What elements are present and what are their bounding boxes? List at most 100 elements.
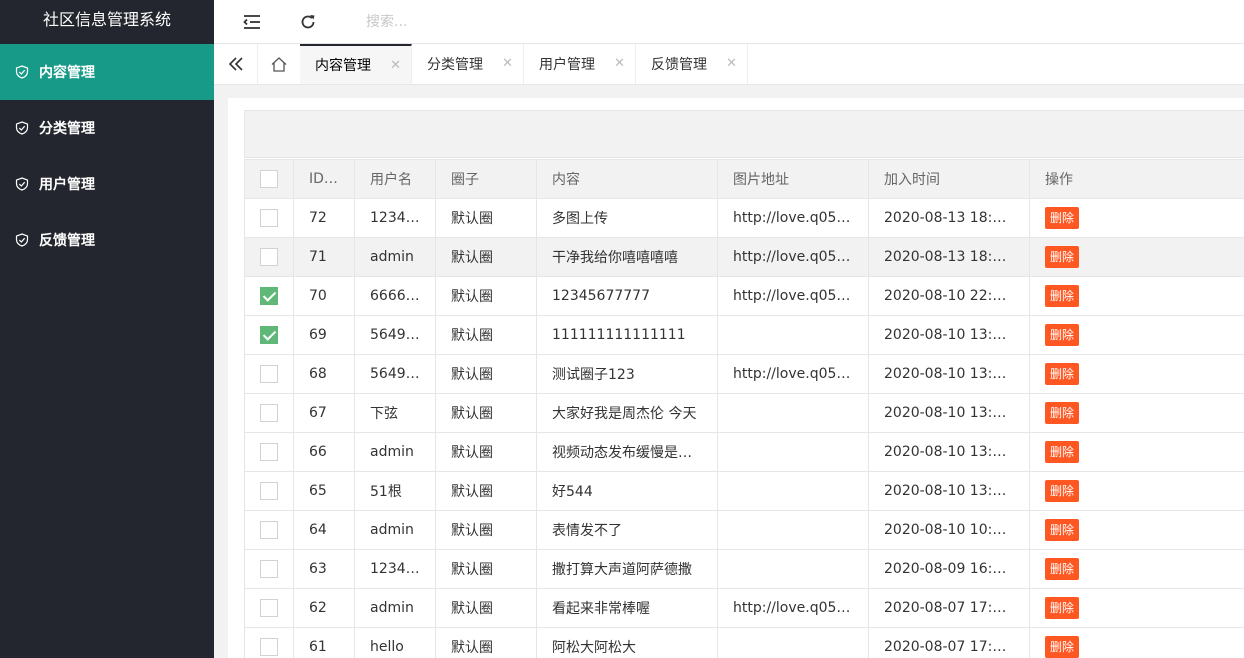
column-header-circle: 圈子 [435,159,537,199]
column-header-username: 用户名 [354,159,436,199]
cell-time: 2020-08-10 13:45:30 [868,354,1030,394]
cell-image-url: http://love.q05.cc/uploads/img.jpg [717,354,869,394]
table-row[interactable]: 63 123456 默认圈 撒打算大声道阿萨德撒 2020-08-09 16:57:40… [244,549,1244,589]
table-row[interactable]: 70 666666 默认圈 12345677777 http://love.q05.cc… [244,276,1244,316]
table-row[interactable]: 65 51根 默认圈 好544 2020-08-10 13:16:02 删除 [244,471,1244,511]
close-icon[interactable]: ✕ [390,58,401,73]
cell-content: 12345677777 [536,276,718,316]
delete-button[interactable]: 删除 [1045,480,1080,502]
table-toolbar [244,110,1244,158]
row-select-cell [244,237,294,277]
row-select-cell [244,510,294,550]
row-checkbox[interactable] [260,365,278,383]
menu-collapse-icon[interactable] [240,10,264,34]
column-header-id[interactable]: ID [293,159,355,199]
delete-button[interactable]: 删除 [1045,519,1080,541]
cell-image-url [717,549,869,589]
close-icon[interactable]: ✕ [502,56,513,71]
sidebar-item-3[interactable]: 反馈管理 [0,212,214,268]
cell-circle: 默认圈 [435,315,537,355]
sidebar-item-2[interactable]: 用户管理 [0,156,214,212]
table-row[interactable]: 64 admin 默认圈 表情发不了 2020-08-10 10:27:55 删除 [244,510,1244,550]
row-checkbox[interactable] [260,560,278,578]
refresh-icon[interactable] [296,10,320,34]
row-checkbox[interactable] [260,443,278,461]
tab-1[interactable]: 分类管理 ✕ [412,44,524,84]
cell-circle: 默认圈 [435,198,537,238]
tab-0[interactable]: 内容管理 ✕ [300,44,412,84]
cell-id: 70 [293,276,355,316]
table-row[interactable]: 71admin默认圈干净我给你嘻嘻嘻嘻http://love.q05.cc/up… [244,237,1244,277]
cell-actions: 删除 [1029,354,1244,394]
delete-button[interactable]: 删除 [1045,441,1080,463]
sidebar: 社区信息管理系统 内容管理分类管理 用户管理反馈管理 [0,0,214,658]
table-row[interactable]: 62admin默认圈看起来非常棒喔http://love.q05.cc/uplo… [244,588,1244,628]
row-checkbox[interactable] [260,521,278,539]
delete-button[interactable]: 删除 [1045,324,1080,346]
cell-actions: 删除 [1029,432,1244,472]
double-chevron-left-icon[interactable] [214,44,258,84]
table-row[interactable]: 61 hello 默认圈 阿松大阿松大 2020-08-07 17:01:33 删除 [244,627,1244,658]
cell-content: 干净我给你嘻嘻嘻嘻 [536,237,718,277]
delete-button[interactable]: 删除 [1045,246,1080,268]
cell-time: 2020-08-09 16:57:40 [868,549,1030,589]
cell-circle: 默认圈 [435,627,537,658]
delete-button[interactable]: 删除 [1045,285,1080,307]
tab-2[interactable]: 用户管理 ✕ [524,44,636,84]
cell-actions: 删除 [1029,393,1244,433]
delete-button[interactable]: 删除 [1045,636,1080,658]
table-row[interactable]: 69 5649… 默认圈 111111111111111 2020-08-10 13:4… [244,315,1244,355]
cell-id: 65 [293,471,355,511]
delete-button[interactable]: 删除 [1045,363,1080,385]
cell-image-url [717,510,869,550]
cell-circle: 默认圈 [435,588,537,628]
cell-time: 2020-08-07 17:36:19 [868,588,1030,628]
cell-image-url [717,627,869,658]
cell-username: 666666 [354,276,436,316]
app-title: 社区信息管理系统 [42,10,171,29]
cell-circle: 默认圈 [435,393,537,433]
delete-button[interactable]: 删除 [1045,207,1080,229]
close-icon[interactable]: ✕ [726,56,737,71]
delete-button[interactable]: 删除 [1045,402,1080,424]
cell-circle: 默认圈 [435,237,537,277]
row-checkbox[interactable] [260,287,278,305]
cell-id: 66 [293,432,355,472]
cell-content: 大家好我是周杰伦 今天 [536,393,718,433]
cell-image-url: http://love.q05.cc/uploads/img.jpg [717,588,869,628]
cell-content: 多图上传 [536,198,718,238]
close-icon[interactable]: ✕ [614,56,625,71]
cell-time: 2020-08-10 13:47:12 [868,315,1030,355]
cell-username: 5649… [354,315,436,355]
search-input[interactable] [366,10,566,34]
column-header-actions: 操作 [1029,159,1244,199]
column-header-content: 内容 [536,159,718,199]
sidebar-item-0[interactable]: 内容管理 [0,44,214,100]
cell-image-url: http://love.q05.cc/uploads/img.jpg [717,276,869,316]
table-row[interactable]: 685649…默认圈测试圈子123http://love.q05.cc/uplo… [244,354,1244,394]
row-checkbox[interactable] [260,638,278,656]
row-checkbox[interactable] [260,482,278,500]
home-icon[interactable] [257,44,301,84]
row-checkbox[interactable] [260,599,278,617]
row-checkbox[interactable] [260,404,278,422]
row-checkbox[interactable] [260,248,278,266]
row-checkbox[interactable] [260,209,278,227]
cell-id: 67 [293,393,355,433]
sidebar-item-label: 反馈管理 [39,233,95,249]
column-header-time: 加入时间 [868,159,1030,199]
cell-content: 111111111111111 [536,315,718,355]
tab-3[interactable]: 反馈管理 ✕ [636,44,748,84]
sidebar-item-label: 内容管理 [39,65,95,81]
row-checkbox[interactable] [260,326,278,344]
table-row[interactable]: 67 下弦 默认圈 大家好我是周杰伦 今天 2020-08-10 13:39:18 删除 [244,393,1244,433]
select-all-checkbox[interactable] [260,170,278,188]
cell-username: 123456 [354,198,436,238]
delete-button[interactable]: 删除 [1045,558,1080,580]
tab-label: 反馈管理 [651,57,707,73]
delete-button[interactable]: 删除 [1045,597,1080,619]
cell-id: 68 [293,354,355,394]
table-row[interactable]: 72123456默认圈多图上传http://love.q05.cc/upload… [244,198,1244,238]
table-row[interactable]: 66 admin 默认圈 视频动态发布缓慢是因为 2020-08-10 13:21:44… [244,432,1244,472]
sidebar-item-1[interactable]: 分类管理 [0,100,214,156]
